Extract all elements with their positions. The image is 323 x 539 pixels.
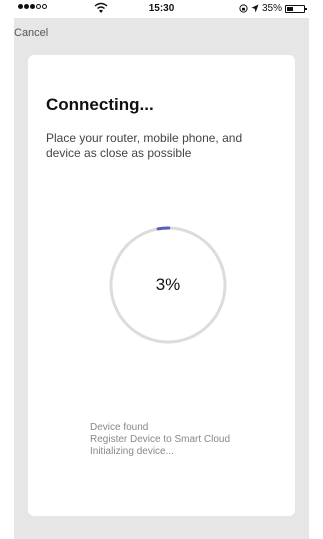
status-line: Register Device to Smart Cloud — [90, 434, 231, 445]
status-line: Device found — [90, 422, 149, 433]
location-arrow-icon — [251, 4, 259, 13]
battery-fill — [287, 6, 293, 11]
connecting-card: Connecting... Place your router, mobile … — [28, 55, 295, 516]
battery-icon — [285, 4, 307, 13]
progress-percent: 3% — [155, 275, 181, 294]
instruction-text: Place your router, mobile phone, and dev… — [46, 131, 243, 160]
status-bar: 15:30 35% — [14, 0, 309, 18]
orientation-lock-icon — [239, 4, 248, 13]
app-screen: 15:30 35% Cancel Connecting... Place you… — [14, 0, 309, 539]
status-line: Initializing device... — [90, 446, 174, 457]
status-right: 35% — [239, 3, 307, 14]
status-log: Device found Register Device to Smart Cl… — [90, 422, 230, 458]
progress-ring: 3% — [108, 225, 228, 345]
cancel-button[interactable]: Cancel — [14, 27, 48, 39]
page-title: Connecting... — [46, 95, 154, 114]
battery-percent: 35% — [261, 3, 282, 14]
